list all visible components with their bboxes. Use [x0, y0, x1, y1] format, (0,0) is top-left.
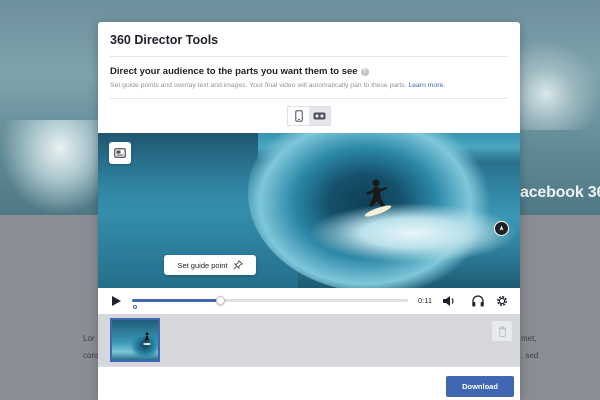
- background-text-line: , sed: [521, 351, 539, 360]
- download-button[interactable]: Download: [446, 376, 514, 397]
- learn-more-link[interactable]: Learn more.: [409, 82, 446, 89]
- delete-button[interactable]: [492, 321, 512, 341]
- compass-icon: [499, 225, 504, 231]
- surfer-figure: [364, 179, 392, 217]
- headset-view-button[interactable]: [309, 107, 330, 125]
- section-description: Set guide points and overlay text and im…: [110, 82, 445, 89]
- dialog-title: 360 Director Tools: [110, 33, 219, 47]
- phone-view-button[interactable]: [288, 107, 309, 125]
- section-heading: Direct your audience to the parts you wa…: [110, 66, 369, 77]
- section-heading-text: Direct your audience to the parts you wa…: [110, 66, 358, 77]
- set-guide-point-button[interactable]: Set guide point: [164, 255, 256, 275]
- play-icon[interactable]: [110, 295, 122, 307]
- headphones-icon[interactable]: [471, 294, 485, 308]
- trash-icon: [498, 325, 506, 337]
- player-controls: 0:11: [98, 288, 520, 314]
- director-tools-dialog: 360 Director Tools Direct your audience …: [98, 22, 520, 400]
- guide-point-thumbnail[interactable]: [110, 318, 160, 362]
- progress-handle[interactable]: [216, 296, 226, 305]
- pin-icon: [232, 260, 243, 270]
- vr-headset-icon: [313, 112, 326, 120]
- set-guide-point-label: Set guide point: [177, 260, 228, 270]
- progress-fill: [132, 299, 221, 302]
- phone-icon: [294, 110, 303, 122]
- background-brand-text: acebook 360: [520, 184, 600, 201]
- guide-point-marker[interactable]: [133, 305, 137, 309]
- video-preview[interactable]: [98, 133, 520, 288]
- settings-gear-icon[interactable]: [495, 294, 509, 308]
- wave-foam: [308, 203, 518, 263]
- view-mode-toggle: [287, 106, 331, 126]
- thumbnail-surfer: [143, 332, 151, 345]
- volume-icon[interactable]: [442, 294, 456, 308]
- description-text: Set guide points and overlay text and im…: [110, 82, 407, 89]
- background-text-line: met,: [521, 334, 537, 343]
- progress-bar[interactable]: [132, 296, 408, 305]
- background-wave: [0, 120, 100, 215]
- divider: [110, 98, 508, 99]
- background-paragraph-right: met, , sed: [521, 330, 581, 364]
- overlay-image-button[interactable]: [109, 142, 131, 164]
- time-display: 0:11: [418, 296, 433, 305]
- image-overlay-icon: [114, 148, 126, 158]
- dialog-footer: Download: [98, 366, 520, 400]
- orientation-compass[interactable]: [494, 221, 509, 236]
- guide-points-strip: [98, 314, 520, 366]
- info-icon[interactable]: ?: [360, 67, 369, 76]
- divider: [110, 56, 508, 57]
